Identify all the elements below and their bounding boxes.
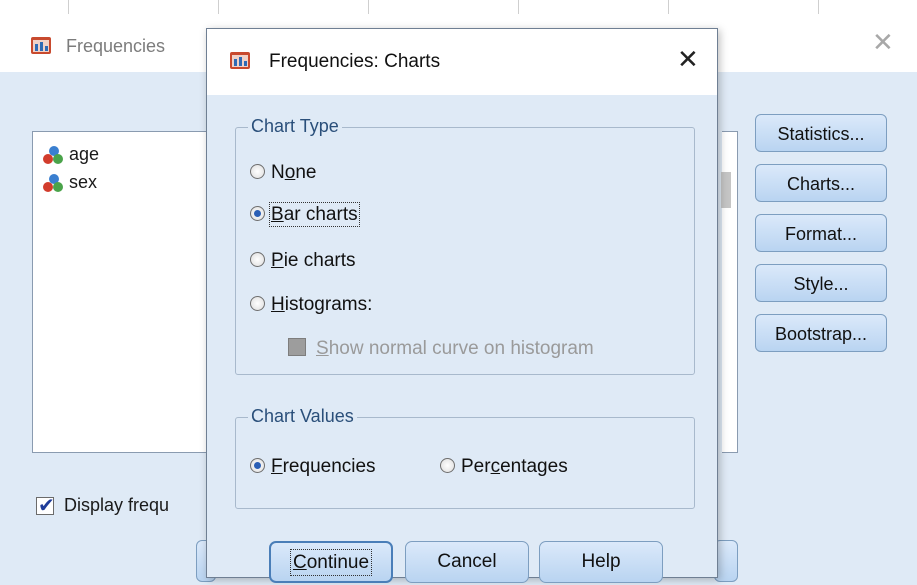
radio-button[interactable] [250, 458, 265, 473]
column-divider [218, 0, 219, 14]
display-frequency-label: Display frequ [64, 495, 170, 515]
show-normal-curve-label: Show normal curve on histogram [316, 338, 594, 359]
format-button[interactable]: Format... [755, 214, 887, 252]
radio-label: Bar charts [269, 202, 360, 227]
frequencies-charts-dialog: Frequencies: Charts ✕ Chart Type None Ba… [206, 28, 718, 583]
close-icon[interactable]: ✕ [872, 28, 894, 58]
charts-dialog-title: Frequencies: Charts [269, 51, 441, 72]
chart-type-legend: Chart Type [248, 116, 342, 137]
show-normal-curve-checkbox[interactable]: Show normal curve on histogram [288, 338, 594, 360]
style-button[interactable]: Style... [755, 264, 887, 302]
continue-label: Continue [289, 549, 373, 576]
column-divider [818, 0, 819, 14]
radio-bar-charts[interactable]: Bar charts [250, 202, 360, 227]
radio-histograms[interactable]: Histograms: [250, 294, 372, 316]
radio-label: Pie charts [271, 250, 356, 271]
charts-button[interactable]: Charts... [755, 164, 887, 202]
list-item[interactable]: sex [43, 172, 97, 193]
radio-button[interactable] [440, 458, 455, 473]
checkmark-icon: ✔ [38, 493, 55, 517]
chart-values-group: Chart Values Frequencies Percentages [235, 406, 695, 509]
radio-frequencies[interactable]: Frequencies [250, 456, 376, 478]
variable-label: age [69, 144, 100, 164]
close-icon[interactable]: ✕ [677, 45, 699, 75]
radio-button[interactable] [250, 206, 265, 221]
column-divider [368, 0, 369, 14]
radio-percentages[interactable]: Percentages [440, 456, 568, 478]
chart-type-group: Chart Type None Bar charts Pie charts Hi… [235, 116, 695, 375]
chart-values-legend: Chart Values [248, 406, 357, 427]
radio-label: Frequencies [271, 456, 376, 477]
cancel-button[interactable]: Cancel [405, 541, 529, 583]
radio-button[interactable] [250, 164, 265, 179]
radio-label: None [271, 162, 317, 183]
scrollbar-thumb[interactable] [721, 172, 731, 208]
radio-pie-charts[interactable]: Pie charts [250, 250, 356, 272]
continue-button[interactable]: Continue [269, 541, 393, 583]
column-divider [68, 0, 69, 14]
column-divider [668, 0, 669, 14]
charts-dialog-titlebar: Frequencies: Charts ✕ [207, 29, 717, 95]
statistics-button[interactable]: Statistics... [755, 114, 887, 152]
nominal-variable-icon [43, 146, 65, 165]
spss-app-icon [230, 52, 250, 69]
radio-label: Histograms: [271, 294, 373, 315]
radio-none[interactable]: None [250, 162, 316, 184]
radio-button[interactable] [250, 296, 265, 311]
spreadsheet-header-strip [0, 0, 917, 15]
radio-button[interactable] [250, 252, 265, 267]
nominal-variable-icon [43, 174, 65, 193]
variable-label: sex [69, 172, 98, 192]
list-item[interactable]: age [43, 144, 99, 165]
bootstrap-button[interactable]: Bootstrap... [755, 314, 887, 352]
frequencies-dialog-title: Frequencies [66, 36, 166, 56]
variable-source-list[interactable]: age sex [32, 131, 218, 453]
help-button[interactable]: Help [539, 541, 663, 583]
display-frequency-checkbox[interactable]: ✔ [36, 493, 55, 517]
radio-label: Percentages [461, 456, 568, 477]
spss-app-icon [31, 37, 51, 54]
checkbox[interactable] [288, 338, 306, 356]
column-divider [518, 0, 519, 14]
